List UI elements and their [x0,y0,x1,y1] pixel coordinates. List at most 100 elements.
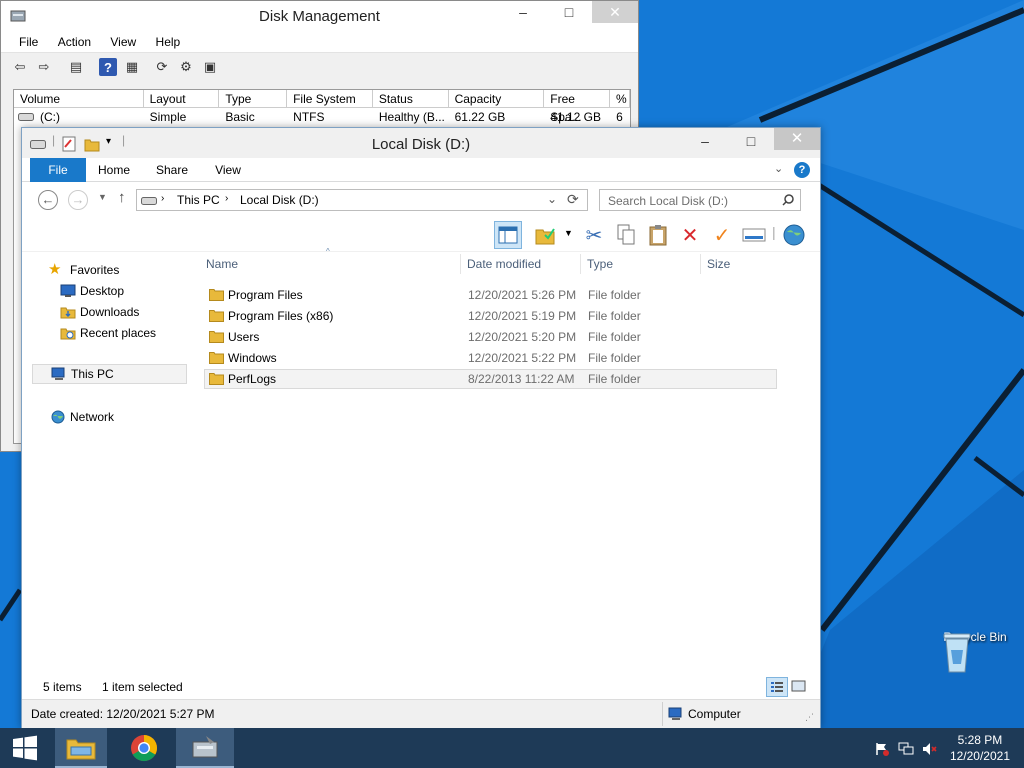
details-view-button[interactable] [766,677,788,697]
up-arrow-icon[interactable]: ↑ [118,189,126,206]
dropdown-arrow-icon[interactable]: ▼ [564,228,573,238]
col-capacity[interactable]: Capacity [448,90,545,108]
taskbar-disk-management[interactable] [176,728,234,768]
menu-help[interactable]: Help [156,31,181,53]
menu-view[interactable]: View [110,31,136,53]
properties-icon[interactable] [740,221,768,249]
help-icon[interactable]: ? [99,58,117,76]
delete-icon[interactable]: ✕ [676,221,704,249]
help-icon[interactable]: ? [794,162,810,178]
star-icon: ★ [48,261,62,278]
tab-file[interactable]: File [30,158,86,182]
col-volume[interactable]: Volume [14,90,144,108]
start-button[interactable] [0,728,50,768]
paste-icon[interactable] [644,221,672,249]
file-row[interactable]: Program Files 12/20/2021 5:26 PM File fo… [204,285,777,305]
nav-network[interactable]: Network [22,407,187,427]
rescan-icon[interactable]: ⚙ [177,58,195,76]
breadcrumb-this-pc[interactable]: This PC [177,193,220,207]
volume-row[interactable]: (C:) Simple Basic NTFS Healthy (B... 61.… [14,108,630,126]
file-name: Program Files [228,288,303,302]
nav-recent-places[interactable]: Recent places [22,323,187,343]
cut-icon[interactable]: ✂ [580,221,608,249]
volume-muted-icon[interactable] [922,742,938,756]
forward-arrow-icon[interactable]: ⇨ [35,58,53,76]
col-type[interactable]: Type [219,90,288,108]
folder-options-icon[interactable] [532,221,560,249]
col-percent[interactable]: % [610,90,630,108]
breadcrumb-local-disk[interactable]: Local Disk (D:) [240,193,319,207]
status-cell: Healthy (B... [378,110,445,124]
rename-check-icon[interactable]: ✓ [708,221,736,249]
folder-icon [209,310,224,322]
forward-button[interactable]: → [68,190,88,210]
col-date-modified[interactable]: Date modified [467,257,541,271]
chevron-right-icon: › [161,193,165,204]
refresh-icon[interactable]: ⟳ [567,191,579,208]
minimize-button[interactable]: – [500,1,546,23]
back-arrow-icon[interactable]: ⇦ [11,58,29,76]
network-tray-icon[interactable] [898,742,914,756]
col-layout[interactable]: Layout [143,90,220,108]
search-icon[interactable] [782,194,794,206]
folder-icon [209,331,224,343]
taskbar-file-explorer[interactable] [55,728,107,768]
nav-network-label: Network [70,410,115,424]
col-status[interactable]: Status [372,90,449,108]
nav-desktop[interactable]: Desktop [22,281,187,301]
menu-action[interactable]: Action [58,31,91,53]
percent-cell: 6 [616,110,623,124]
tab-home[interactable]: Home [92,158,136,182]
refresh-icon[interactable]: ⟳ [153,58,171,76]
nav-favorites[interactable]: ★ Favorites [22,260,187,280]
large-icons-view-button[interactable] [790,678,810,696]
recent-locations-dropdown-icon[interactable]: ▼ [98,192,107,202]
search-input[interactable]: Search Local Disk (D:) [608,194,728,208]
col-file-system[interactable]: File System [287,90,373,108]
close-button[interactable]: ✕ [592,1,638,23]
address-bar[interactable]: › This PC › Local Disk (D:) ⌄ ⟳ [136,189,588,211]
back-button[interactable]: ← [38,190,58,210]
network-globe-icon[interactable] [780,221,808,249]
ribbon-tabs: File Home Share View ⌄ ? [22,158,820,182]
search-box[interactable]: Search Local Disk (D:) [599,189,801,211]
col-free-space[interactable]: Free Spa... [544,90,611,124]
recycle-bin-shortcut[interactable]: Recycle Bin [940,630,1010,673]
col-type[interactable]: Type [587,257,613,271]
file-row[interactable]: Program Files (x86) 12/20/2021 5:19 PM F… [204,306,777,326]
settings-icon[interactable]: ▣ [201,58,219,76]
file-row[interactable]: Users 12/20/2021 5:20 PM File folder [204,327,777,347]
chrome-icon [131,735,158,762]
action-center-flag-icon[interactable] [874,742,890,756]
address-dropdown-icon[interactable]: ⌄ [547,192,557,206]
col-size[interactable]: Size [707,257,730,271]
file-name: Windows [228,351,277,365]
expand-ribbon-icon[interactable]: ⌄ [774,162,783,175]
large-icons-view-icon [791,680,806,692]
maximize-button[interactable]: □ [728,130,774,152]
col-name[interactable]: Name [206,257,238,271]
nav-this-pc[interactable]: This PC [32,364,187,384]
tab-share[interactable]: Share [150,158,194,182]
disk-management-menubar: File Action View Help [1,31,638,53]
file-name: Program Files (x86) [228,309,334,323]
clock[interactable]: 5:28 PM 12/20/2021 [950,732,1010,764]
explorer-window[interactable]: | ▾ | Local Disk (D:) – □ ✕ File Home Sh… [21,127,821,728]
resize-grip-icon[interactable]: ⋰ [805,712,814,723]
copy-icon[interactable] [612,221,640,249]
tab-view[interactable]: View [208,158,248,182]
minimize-button[interactable]: – [682,130,728,152]
maximize-button[interactable]: □ [546,1,592,23]
menu-file[interactable]: File [19,31,38,53]
nav-downloads[interactable]: Downloads [22,302,187,322]
file-row-selected[interactable]: PerfLogs 8/22/2013 11:22 AM File folder [204,369,777,389]
close-button[interactable]: ✕ [774,128,820,150]
file-row[interactable]: Windows 12/20/2021 5:22 PM File folder [204,348,777,368]
console-tree-icon[interactable]: ▤ [67,58,85,76]
taskbar-chrome[interactable] [116,728,172,768]
file-date: 12/20/2021 5:22 PM [468,351,577,365]
properties-icon[interactable]: ▦ [123,58,141,76]
preview-pane-icon[interactable] [494,221,522,249]
disk-management-titlebar[interactable]: Disk Management – □ ✕ [1,1,638,31]
explorer-titlebar[interactable]: | ▾ | Local Disk (D:) – □ ✕ [22,128,820,158]
